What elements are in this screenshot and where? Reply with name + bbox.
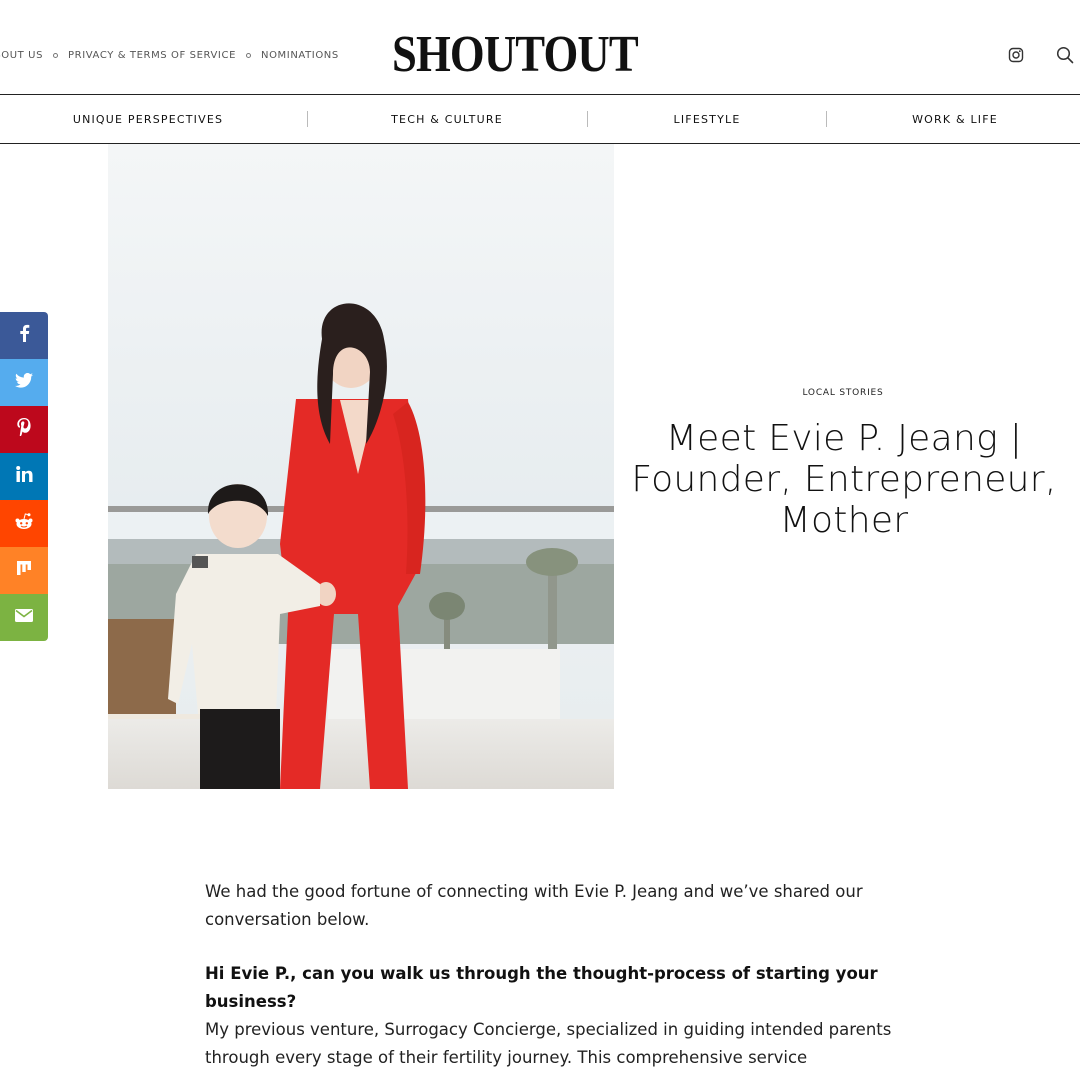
top-link-nominations[interactable]: NOMINATIONS (261, 50, 339, 61)
site-header: BOUT US PRIVACY & TERMS OF SERVICE NOMIN… (0, 0, 1080, 94)
pinterest-share-button[interactable] (0, 406, 48, 453)
article-title: Meet Evie P. Jeang | Founder, Entreprene… (631, 418, 1057, 541)
pinterest-icon (17, 418, 31, 441)
instagram-icon[interactable] (1005, 44, 1027, 66)
facebook-icon (17, 324, 31, 347)
separator-dot (246, 53, 251, 58)
twitter-share-button[interactable] (0, 359, 48, 406)
interview-answer: My previous venture, Surrogacy Concierge… (205, 1020, 892, 1067)
nav-item-work-life[interactable]: WORK & LIFE (836, 95, 1074, 143)
twitter-icon (15, 372, 33, 393)
nav-item-lifestyle[interactable]: LIFESTYLE (598, 95, 816, 143)
top-link-about[interactable]: BOUT US (0, 50, 43, 61)
article-intro: We had the good fortune of connecting wi… (205, 882, 863, 929)
search-icon[interactable] (1054, 44, 1076, 66)
linkedin-icon (15, 466, 33, 487)
email-icon (15, 608, 33, 627)
reddit-icon (14, 512, 34, 535)
nav-divider (826, 111, 827, 127)
top-links: BOUT US PRIVACY & TERMS OF SERVICE NOMIN… (0, 50, 339, 61)
reddit-share-button[interactable] (0, 500, 48, 547)
social-share-bar (0, 312, 48, 641)
nav-item-tech-culture[interactable]: TECH & CULTURE (318, 95, 576, 143)
top-link-privacy[interactable]: PRIVACY & TERMS OF SERVICE (68, 50, 236, 61)
article-hero-image (108, 144, 614, 789)
nav-divider (587, 111, 588, 127)
facebook-share-button[interactable] (0, 312, 48, 359)
mix-share-button[interactable] (0, 547, 48, 594)
main-nav: UNIQUE PERSPECTIVES TECH & CULTURE LIFES… (0, 94, 1080, 144)
article-category[interactable]: LOCAL STORIES (640, 388, 1046, 398)
mix-icon (16, 560, 32, 581)
site-logo[interactable]: SHOUTOUT LA (392, 26, 640, 84)
nav-divider (307, 111, 308, 127)
linkedin-share-button[interactable] (0, 453, 48, 500)
article-body: We had the good fortune of connecting wi… (205, 878, 905, 1080)
separator-dot (53, 53, 59, 58)
nav-item-unique-perspectives[interactable]: UNIQUE PERSPECTIVES (0, 95, 296, 143)
interview-question: Hi Evie P., can you walk us through the … (205, 964, 878, 1011)
email-share-button[interactable] (0, 594, 48, 641)
